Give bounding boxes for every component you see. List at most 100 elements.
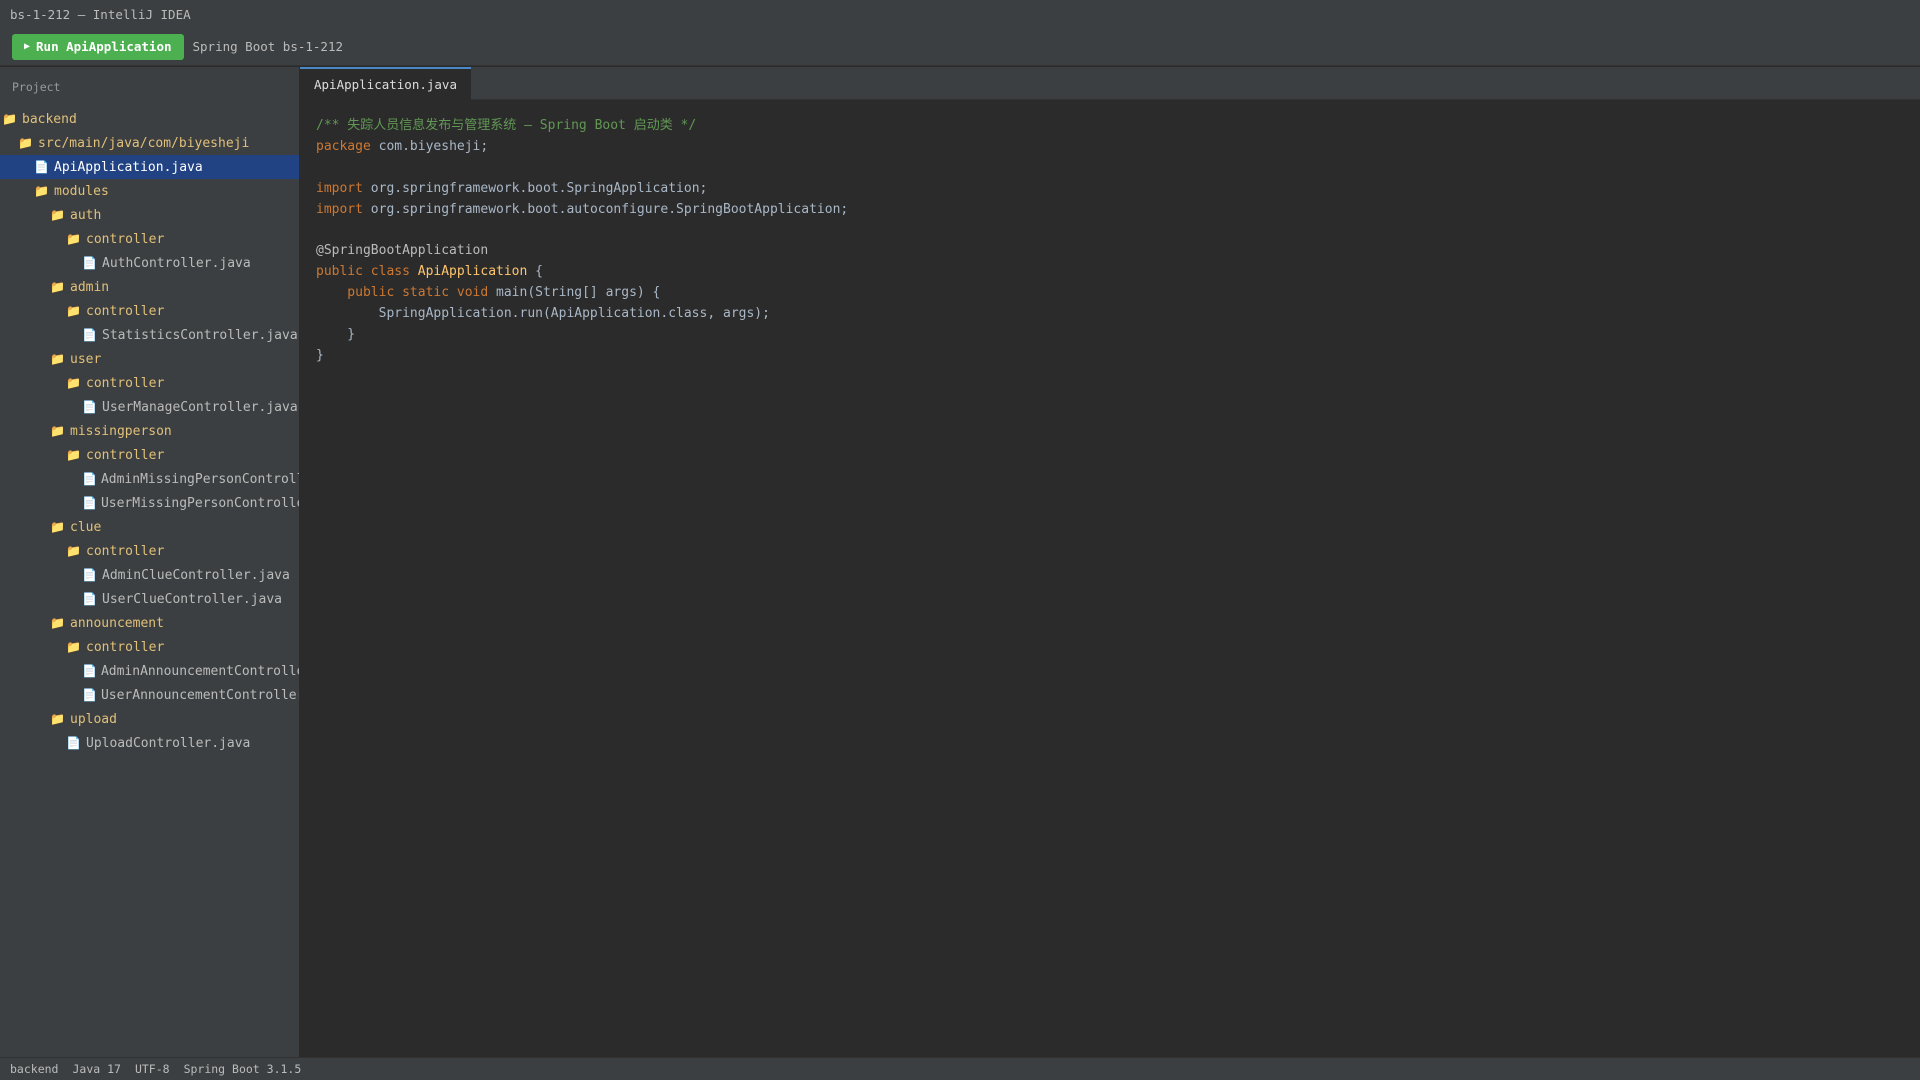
tree-folder[interactable]: 📁 announcement bbox=[0, 611, 299, 635]
file-icon: 📄 bbox=[82, 688, 97, 702]
code-token: } bbox=[316, 326, 356, 342]
file-icon: 📄 bbox=[82, 472, 97, 486]
code-token: org.springframework.boot.autoconfigure.S… bbox=[362, 201, 849, 217]
tree-file[interactable]: 📄AdminAnnouncementController.java bbox=[0, 659, 299, 683]
tree-folder[interactable]: 📁 controller bbox=[0, 299, 299, 323]
file-icon: 📄 bbox=[82, 664, 97, 678]
code-token: import bbox=[316, 180, 363, 196]
folder-icon: 📁 bbox=[66, 544, 81, 558]
tree-item-label: admin bbox=[70, 279, 110, 295]
folder-icon: 📁 bbox=[66, 448, 81, 462]
tree-file[interactable]: 📄 AuthController.java bbox=[0, 251, 299, 275]
tree-file[interactable]: 📄UserAnnouncementController.java bbox=[0, 683, 299, 707]
tree-file[interactable]: 📄UserMissingPersonController.java bbox=[0, 491, 299, 515]
tree-item-label: backend bbox=[22, 111, 77, 127]
code-token: com.biyesheji; bbox=[370, 138, 489, 154]
tree-file[interactable]: 📄AdminMissingPersonController.java bbox=[0, 467, 299, 491]
folder-icon: 📁 bbox=[66, 376, 81, 390]
status-bar: backend Java 17 UTF-8 Spring Boot 3.1.5 bbox=[0, 1057, 1920, 1080]
code-token: main(String[] args) { bbox=[496, 285, 661, 301]
tree-item-label: AdminClueController.java bbox=[102, 567, 290, 583]
tree-file[interactable]: 📄 AdminClueController.java bbox=[0, 563, 299, 587]
tree-item-label: UserMissingPersonController.java bbox=[100, 495, 299, 511]
code-line: package com.biyesheji; bbox=[316, 137, 1904, 158]
tree-item-label: UserAnnouncementController.java bbox=[100, 687, 299, 703]
tree-folder[interactable]: 📁 controller bbox=[0, 635, 299, 659]
tree-folder[interactable]: 📁 backend bbox=[0, 107, 299, 131]
code-token: import bbox=[316, 201, 363, 217]
code-token: public static void bbox=[316, 285, 497, 301]
tree-item-label: controller bbox=[86, 375, 165, 391]
folder-icon: 📁 bbox=[50, 208, 65, 222]
tree-folder[interactable]: 📁 missingperson bbox=[0, 419, 299, 443]
tree-item-label: user bbox=[70, 351, 102, 367]
tree-folder[interactable]: 📁 controller bbox=[0, 539, 299, 563]
tree-folder[interactable]: 📁 admin bbox=[0, 275, 299, 299]
folder-icon: 📁 bbox=[50, 520, 65, 534]
tree-item-label: missingperson bbox=[70, 423, 172, 439]
file-icon: 📄 bbox=[82, 592, 97, 606]
tree-file[interactable]: 📄 UserManageController.java bbox=[0, 395, 299, 419]
tree-item-label: upload bbox=[70, 711, 117, 727]
window-title-bar: bs-1-212 — IntelliJ IDEA bbox=[0, 0, 1920, 28]
tree-folder[interactable]: 📁 upload bbox=[0, 707, 299, 731]
status-item[interactable]: Java 17 bbox=[72, 1062, 120, 1076]
run-button-label: Run ApiApplication bbox=[36, 39, 172, 54]
status-item[interactable]: Spring Boot 3.1.5 bbox=[184, 1062, 302, 1076]
tree-file[interactable]: 📄 UploadController.java bbox=[0, 731, 299, 755]
tree-item-label: AdminMissingPersonController.java bbox=[100, 471, 299, 487]
tree-item-label: announcement bbox=[70, 615, 164, 631]
toolbar: ▶ Run ApiApplication Spring Boot bs-1-21… bbox=[0, 28, 1920, 66]
run-button[interactable]: ▶ Run ApiApplication bbox=[12, 33, 184, 60]
folder-icon: 📁 bbox=[66, 304, 81, 318]
tree-file[interactable]: 📄 ApiApplication.java bbox=[0, 155, 299, 179]
folder-icon: 📁 bbox=[50, 616, 65, 630]
file-icon: 📄 bbox=[82, 496, 97, 510]
file-icon: 📄 bbox=[34, 160, 49, 174]
tree-folder[interactable]: 📁 controller bbox=[0, 371, 299, 395]
code-token: } bbox=[316, 347, 324, 363]
tree-folder[interactable]: 📁 clue bbox=[0, 515, 299, 539]
editor-area: ApiApplication.java /** 失踪人员信息发布与管理系统 — … bbox=[300, 67, 1920, 1057]
tree-folder[interactable]: 📁 user bbox=[0, 347, 299, 371]
code-line: SpringApplication.run(ApiApplication.cla… bbox=[316, 304, 1904, 325]
tree-folder[interactable]: 📁 src/main/java/com/biyesheji bbox=[0, 131, 299, 155]
code-token: @SpringBootApplication bbox=[316, 243, 489, 259]
tree-item-label: controller bbox=[86, 543, 165, 559]
code-line: import org.springframework.boot.autoconf… bbox=[316, 200, 1904, 221]
code-editor[interactable]: /** 失踪人员信息发布与管理系统 — Spring Boot 启动类 */ pa… bbox=[300, 100, 1920, 383]
tree-folder[interactable]: 📁 controller bbox=[0, 227, 299, 251]
tree-folder[interactable]: 📁 controller bbox=[0, 443, 299, 467]
folder-icon: 📁 bbox=[50, 424, 65, 438]
folder-icon: 📁 bbox=[50, 280, 65, 294]
status-item[interactable]: UTF-8 bbox=[135, 1062, 170, 1076]
tree-folder[interactable]: 📁 auth bbox=[0, 203, 299, 227]
tree-item-label: auth bbox=[70, 207, 102, 223]
project-tree: 📁 backend 📁 src/main/java/com/biyesheji 📄 Api… bbox=[0, 107, 299, 755]
status-item[interactable]: backend bbox=[10, 1062, 58, 1076]
tree-item-label: UploadController.java bbox=[86, 735, 251, 751]
file-icon: 📄 bbox=[66, 736, 81, 750]
tree-item-label: clue bbox=[70, 519, 102, 535]
tree-file[interactable]: 📄 StatisticsController.java bbox=[0, 323, 299, 347]
folder-icon: 📁 bbox=[66, 640, 81, 654]
code-line: @SpringBootApplication bbox=[316, 241, 1904, 262]
window-title: bs-1-212 — IntelliJ IDEA bbox=[10, 7, 191, 22]
code-line: /** 失踪人员信息发布与管理系统 — Spring Boot 启动类 */ bbox=[316, 116, 1904, 137]
folder-icon: 📁 bbox=[50, 712, 65, 726]
tree-item-label: UserManageController.java bbox=[102, 399, 298, 415]
run-configuration[interactable]: Spring Boot bs-1-212 bbox=[193, 39, 344, 54]
code-line: public static void main(String[] args) { bbox=[316, 283, 1904, 304]
file-icon: 📄 bbox=[82, 328, 97, 342]
tree-item-label: AdminAnnouncementController.java bbox=[100, 663, 299, 679]
tree-file[interactable]: 📄 UserClueController.java bbox=[0, 587, 299, 611]
code-line: public class ApiApplication { bbox=[316, 262, 1904, 283]
folder-icon: 📁 bbox=[34, 184, 49, 198]
tab-api-application[interactable]: ApiApplication.java bbox=[300, 67, 471, 100]
tree-folder[interactable]: 📁 modules bbox=[0, 179, 299, 203]
file-icon: 📄 bbox=[82, 400, 97, 414]
tree-item-label: controller bbox=[86, 231, 165, 247]
tree-item-label: UserClueController.java bbox=[102, 591, 283, 607]
file-icon: 📄 bbox=[82, 568, 97, 582]
